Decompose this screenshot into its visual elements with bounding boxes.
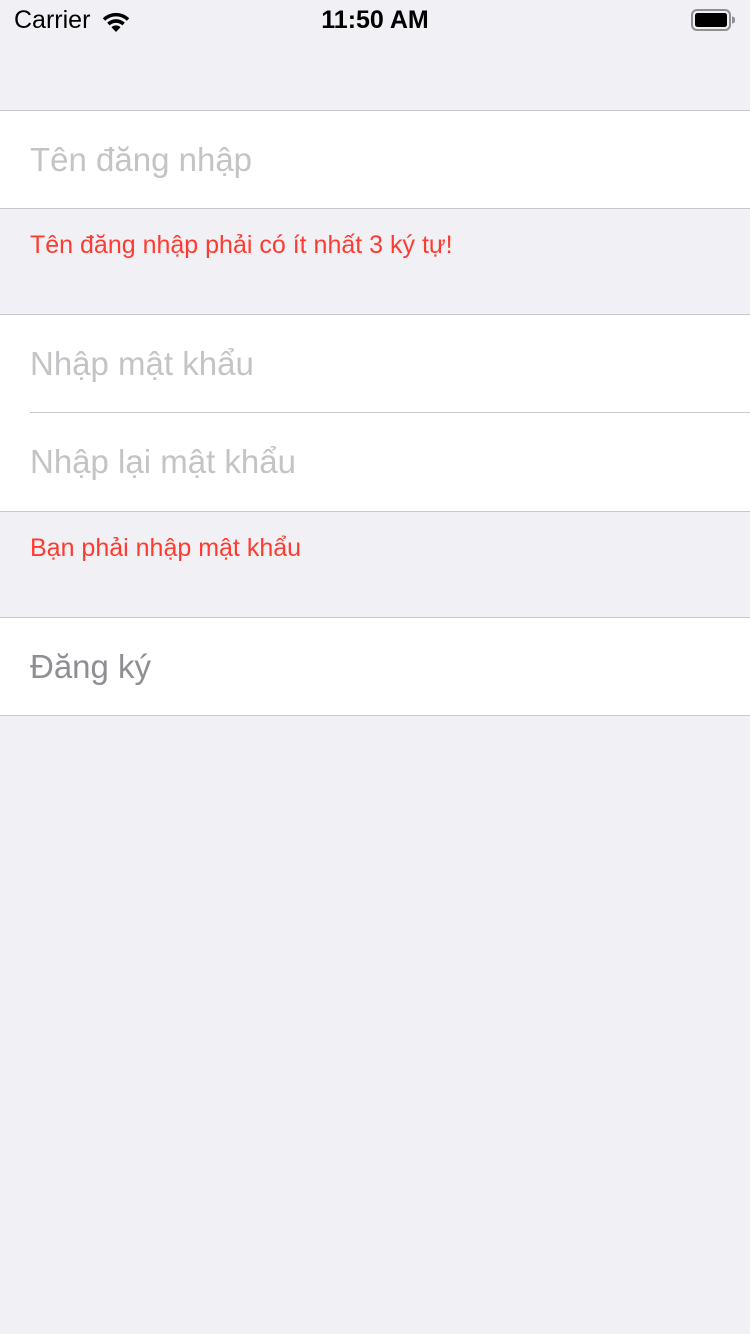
confirm-password-row [0, 413, 750, 511]
register-button[interactable]: Đăng ký [0, 618, 750, 716]
username-row [0, 111, 750, 209]
register-button-label: Đăng ký [30, 648, 152, 685]
battery-full-icon [691, 9, 735, 31]
password-row [0, 315, 750, 413]
confirm-password-input[interactable] [30, 413, 720, 511]
password-input[interactable] [30, 315, 720, 413]
username-error-message: Tên đăng nhập phải có ít nhất 3 ký tự! [30, 231, 453, 259]
clock: 11:50 AM [321, 6, 429, 34]
username-group [0, 110, 750, 209]
status-bar: Carrier 11:50 AM [0, 0, 750, 40]
register-group: Đăng ký [0, 617, 750, 716]
password-group [0, 314, 750, 512]
username-input[interactable] [30, 111, 720, 209]
password-error-message: Bạn phải nhập mật khẩu [30, 534, 302, 562]
